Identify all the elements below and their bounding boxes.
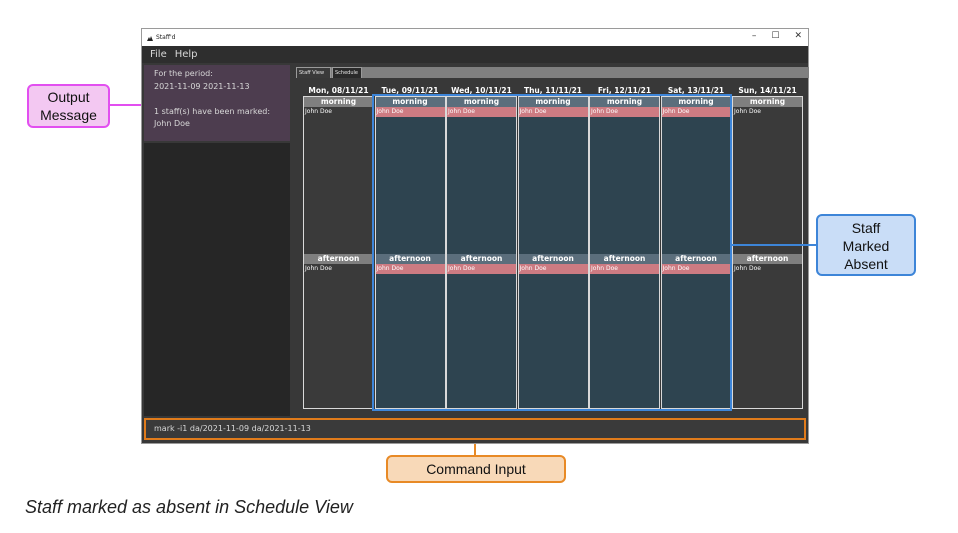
maximize-button[interactable]: ☐: [771, 31, 779, 41]
menu-file[interactable]: File: [150, 49, 167, 60]
window-title: Staff'd: [156, 34, 176, 41]
output-message-connector: [110, 104, 144, 106]
shift-label-morning: morning: [733, 97, 802, 107]
result-display: For the period: 2021-11-09 2021-11-13 1 …: [144, 65, 290, 141]
tab-bar: Staff View Schedule: [296, 67, 809, 78]
close-button[interactable]: ✕: [794, 31, 802, 41]
shift-label-afternoon: afternoon: [304, 254, 373, 264]
app-logo-icon: [147, 35, 153, 41]
staff-absent-connector: [732, 244, 816, 246]
output-message-callout: Output Message: [27, 84, 110, 128]
result-line: 2021-11-09 2021-11-13: [154, 81, 250, 91]
result-line: John Doe: [154, 119, 190, 128]
staff-entry[interactable]: John Doe: [304, 264, 373, 274]
day-column: morning John Doe afternoon John Doe: [732, 96, 803, 409]
day-header: Sun, 14/11/21: [738, 86, 797, 95]
shift-label-morning: morning: [304, 97, 373, 107]
command-input-callout: Command Input: [386, 455, 566, 483]
staff-marked-absent-callout: Staff Marked Absent: [816, 214, 916, 276]
result-line: [154, 93, 290, 106]
command-input-callout-text: Command Input: [426, 461, 526, 477]
command-input[interactable]: mark -i1 da/2021-11-09 da/2021-11-13: [144, 418, 806, 440]
result-line: 1 staff(s) have been marked:: [154, 106, 271, 116]
command-text: mark -i1 da/2021-11-09 da/2021-11-13: [154, 424, 311, 433]
command-input-connector: [474, 444, 476, 455]
staff-marked-absent-callout-text: Staff Marked Absent: [842, 220, 890, 272]
staff-entry[interactable]: John Doe: [733, 264, 802, 274]
menu-bar: File Help: [142, 46, 808, 63]
tab-staff-view[interactable]: Staff View: [296, 67, 331, 78]
staff-entry[interactable]: John Doe: [304, 107, 373, 117]
shift-label-afternoon: afternoon: [733, 254, 802, 264]
menu-help[interactable]: Help: [175, 49, 198, 60]
result-line: For the period:: [154, 69, 213, 78]
tab-schedule[interactable]: Schedule: [332, 67, 362, 78]
staff-entry[interactable]: John Doe: [733, 107, 802, 117]
figure-caption: Staff marked as absent in Schedule View: [25, 497, 353, 517]
title-bar: Staff'd – ☐ ✕: [142, 29, 808, 46]
day-header: Mon, 08/11/21: [308, 86, 369, 95]
output-message-callout-text: Output Message: [40, 89, 97, 123]
left-panel: [144, 143, 290, 416]
minimize-button[interactable]: –: [752, 31, 757, 41]
day-column: morning John Doe afternoon John Doe: [303, 96, 374, 409]
staff-marked-absent-highlight: [372, 94, 732, 411]
